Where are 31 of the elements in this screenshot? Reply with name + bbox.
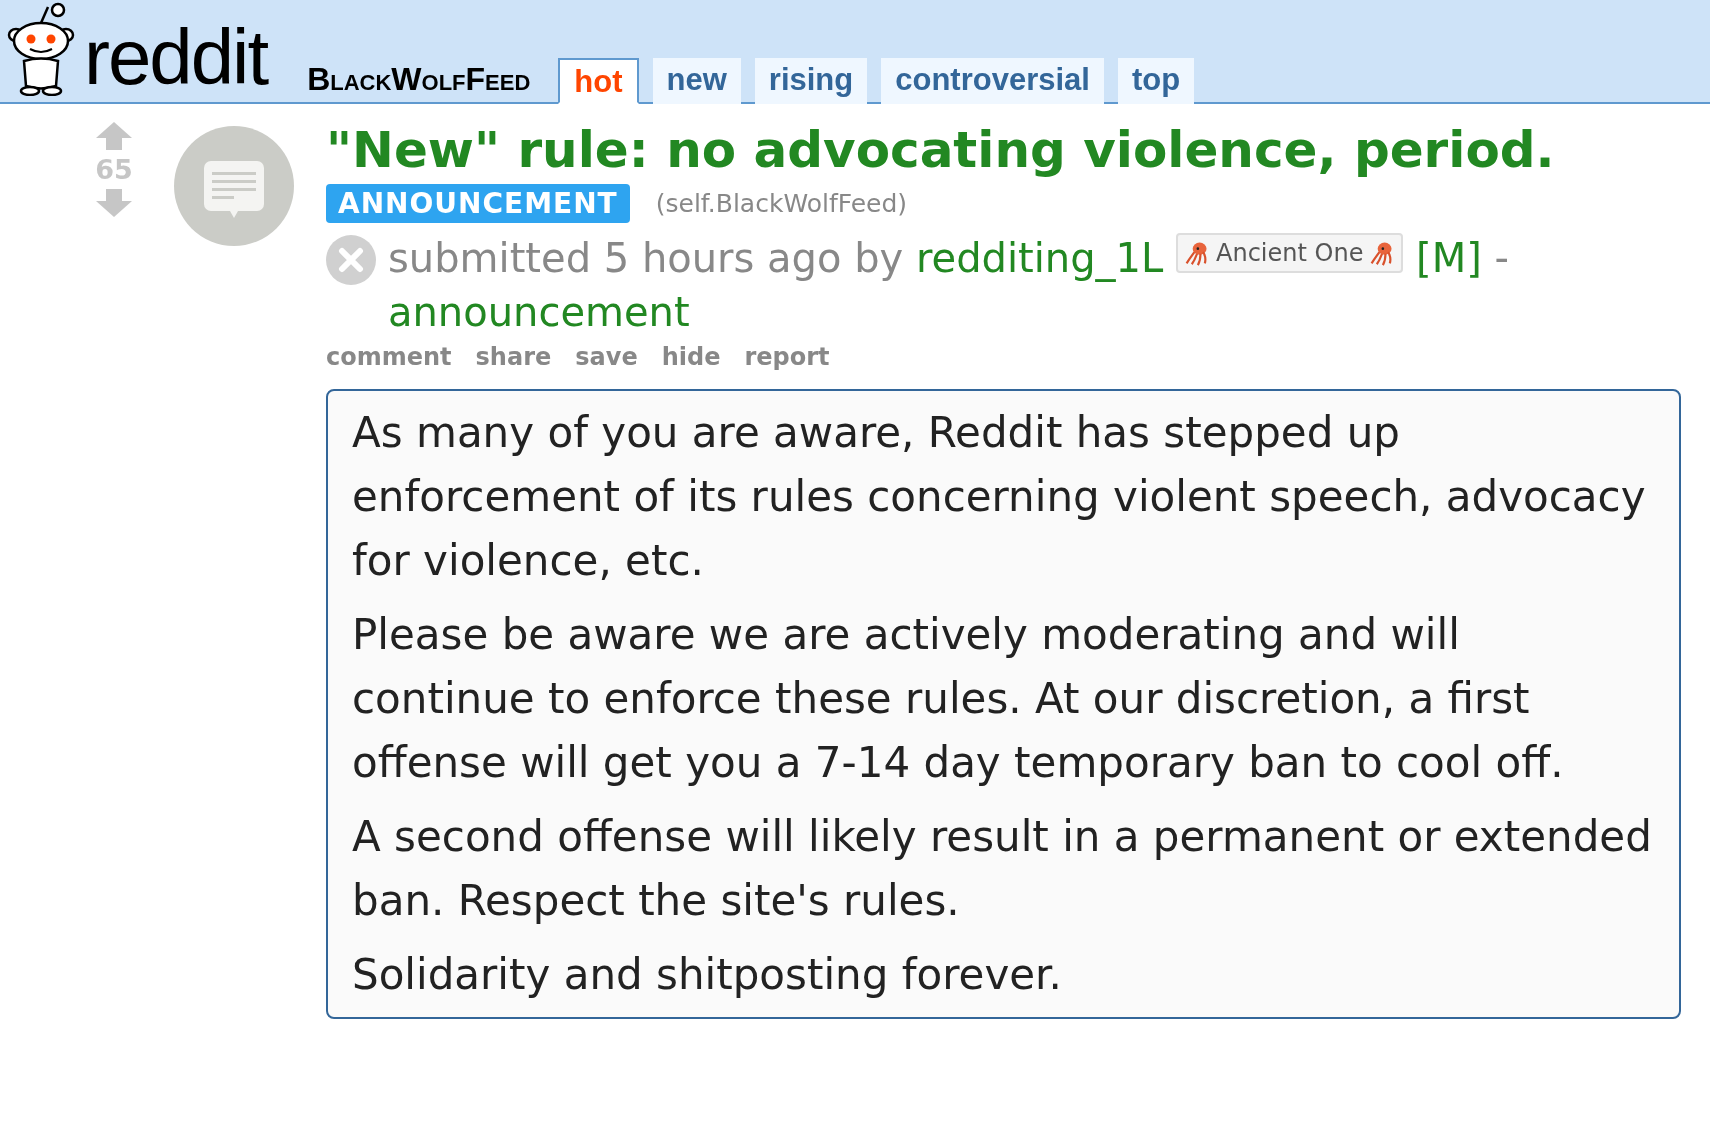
post-action-link[interactable]: save — [575, 343, 638, 371]
post-action-link[interactable]: hide — [661, 343, 721, 371]
author-link[interactable]: redditing_1L — [915, 235, 1164, 281]
upvote-arrow-icon[interactable] — [94, 120, 134, 152]
user-flair-text: Ancient One — [1216, 238, 1364, 268]
post-flair: ANNOUNCEMENT — [326, 184, 630, 223]
self-post-thumbnail-icon[interactable] — [174, 126, 294, 246]
post-action-link[interactable]: report — [744, 343, 830, 371]
score: 65 — [95, 154, 133, 185]
body-paragraph: Solidarity and shitposting forever. — [352, 949, 1063, 1001]
body-paragraph: As many of you are aware, Reddit has stepped up enforcement of its rules concerning violent speech, advocacy for violence, etc. — [352, 407, 1647, 587]
reddit-logo-text[interactable]: reddit — [84, 18, 268, 96]
sort-tab[interactable]: controversial — [881, 58, 1104, 104]
sort-tab[interactable]: top — [1117, 58, 1195, 104]
close-icon[interactable] — [326, 235, 376, 285]
sort-tab[interactable]: hot — [558, 58, 639, 104]
post-domain[interactable]: (self.BlackWolfFeed) — [655, 189, 908, 218]
moderator-marker[interactable]: [M] — [1416, 235, 1482, 281]
sort-tab[interactable]: new — [652, 58, 741, 104]
post-title[interactable]: "New" rule: no advocating violence, period. — [326, 120, 1681, 180]
post-action-link[interactable]: comment — [326, 343, 452, 371]
subreddit-name[interactable]: BlackWolfFeed — [307, 61, 531, 98]
submitted-text: submitted 5 hours ago by — [388, 235, 904, 281]
downvote-arrow-icon[interactable] — [94, 187, 134, 219]
body-paragraph: A second offense will likely result in a permanent or extended ban. Respect the site's rules. — [352, 811, 1653, 927]
sort-tab[interactable]: rising — [754, 58, 868, 104]
post-action-link[interactable]: share — [475, 343, 552, 371]
body-paragraph: Please be aware we are actively moderating and will continue to enforce these rules. At our discretion, a first offense will get you a 7-14 day temporary ban to cool off. — [352, 609, 1565, 789]
link-flair[interactable]: announcement — [388, 289, 690, 335]
separator: - — [1494, 235, 1509, 281]
alien-mascot-icon — [6, 1, 76, 96]
